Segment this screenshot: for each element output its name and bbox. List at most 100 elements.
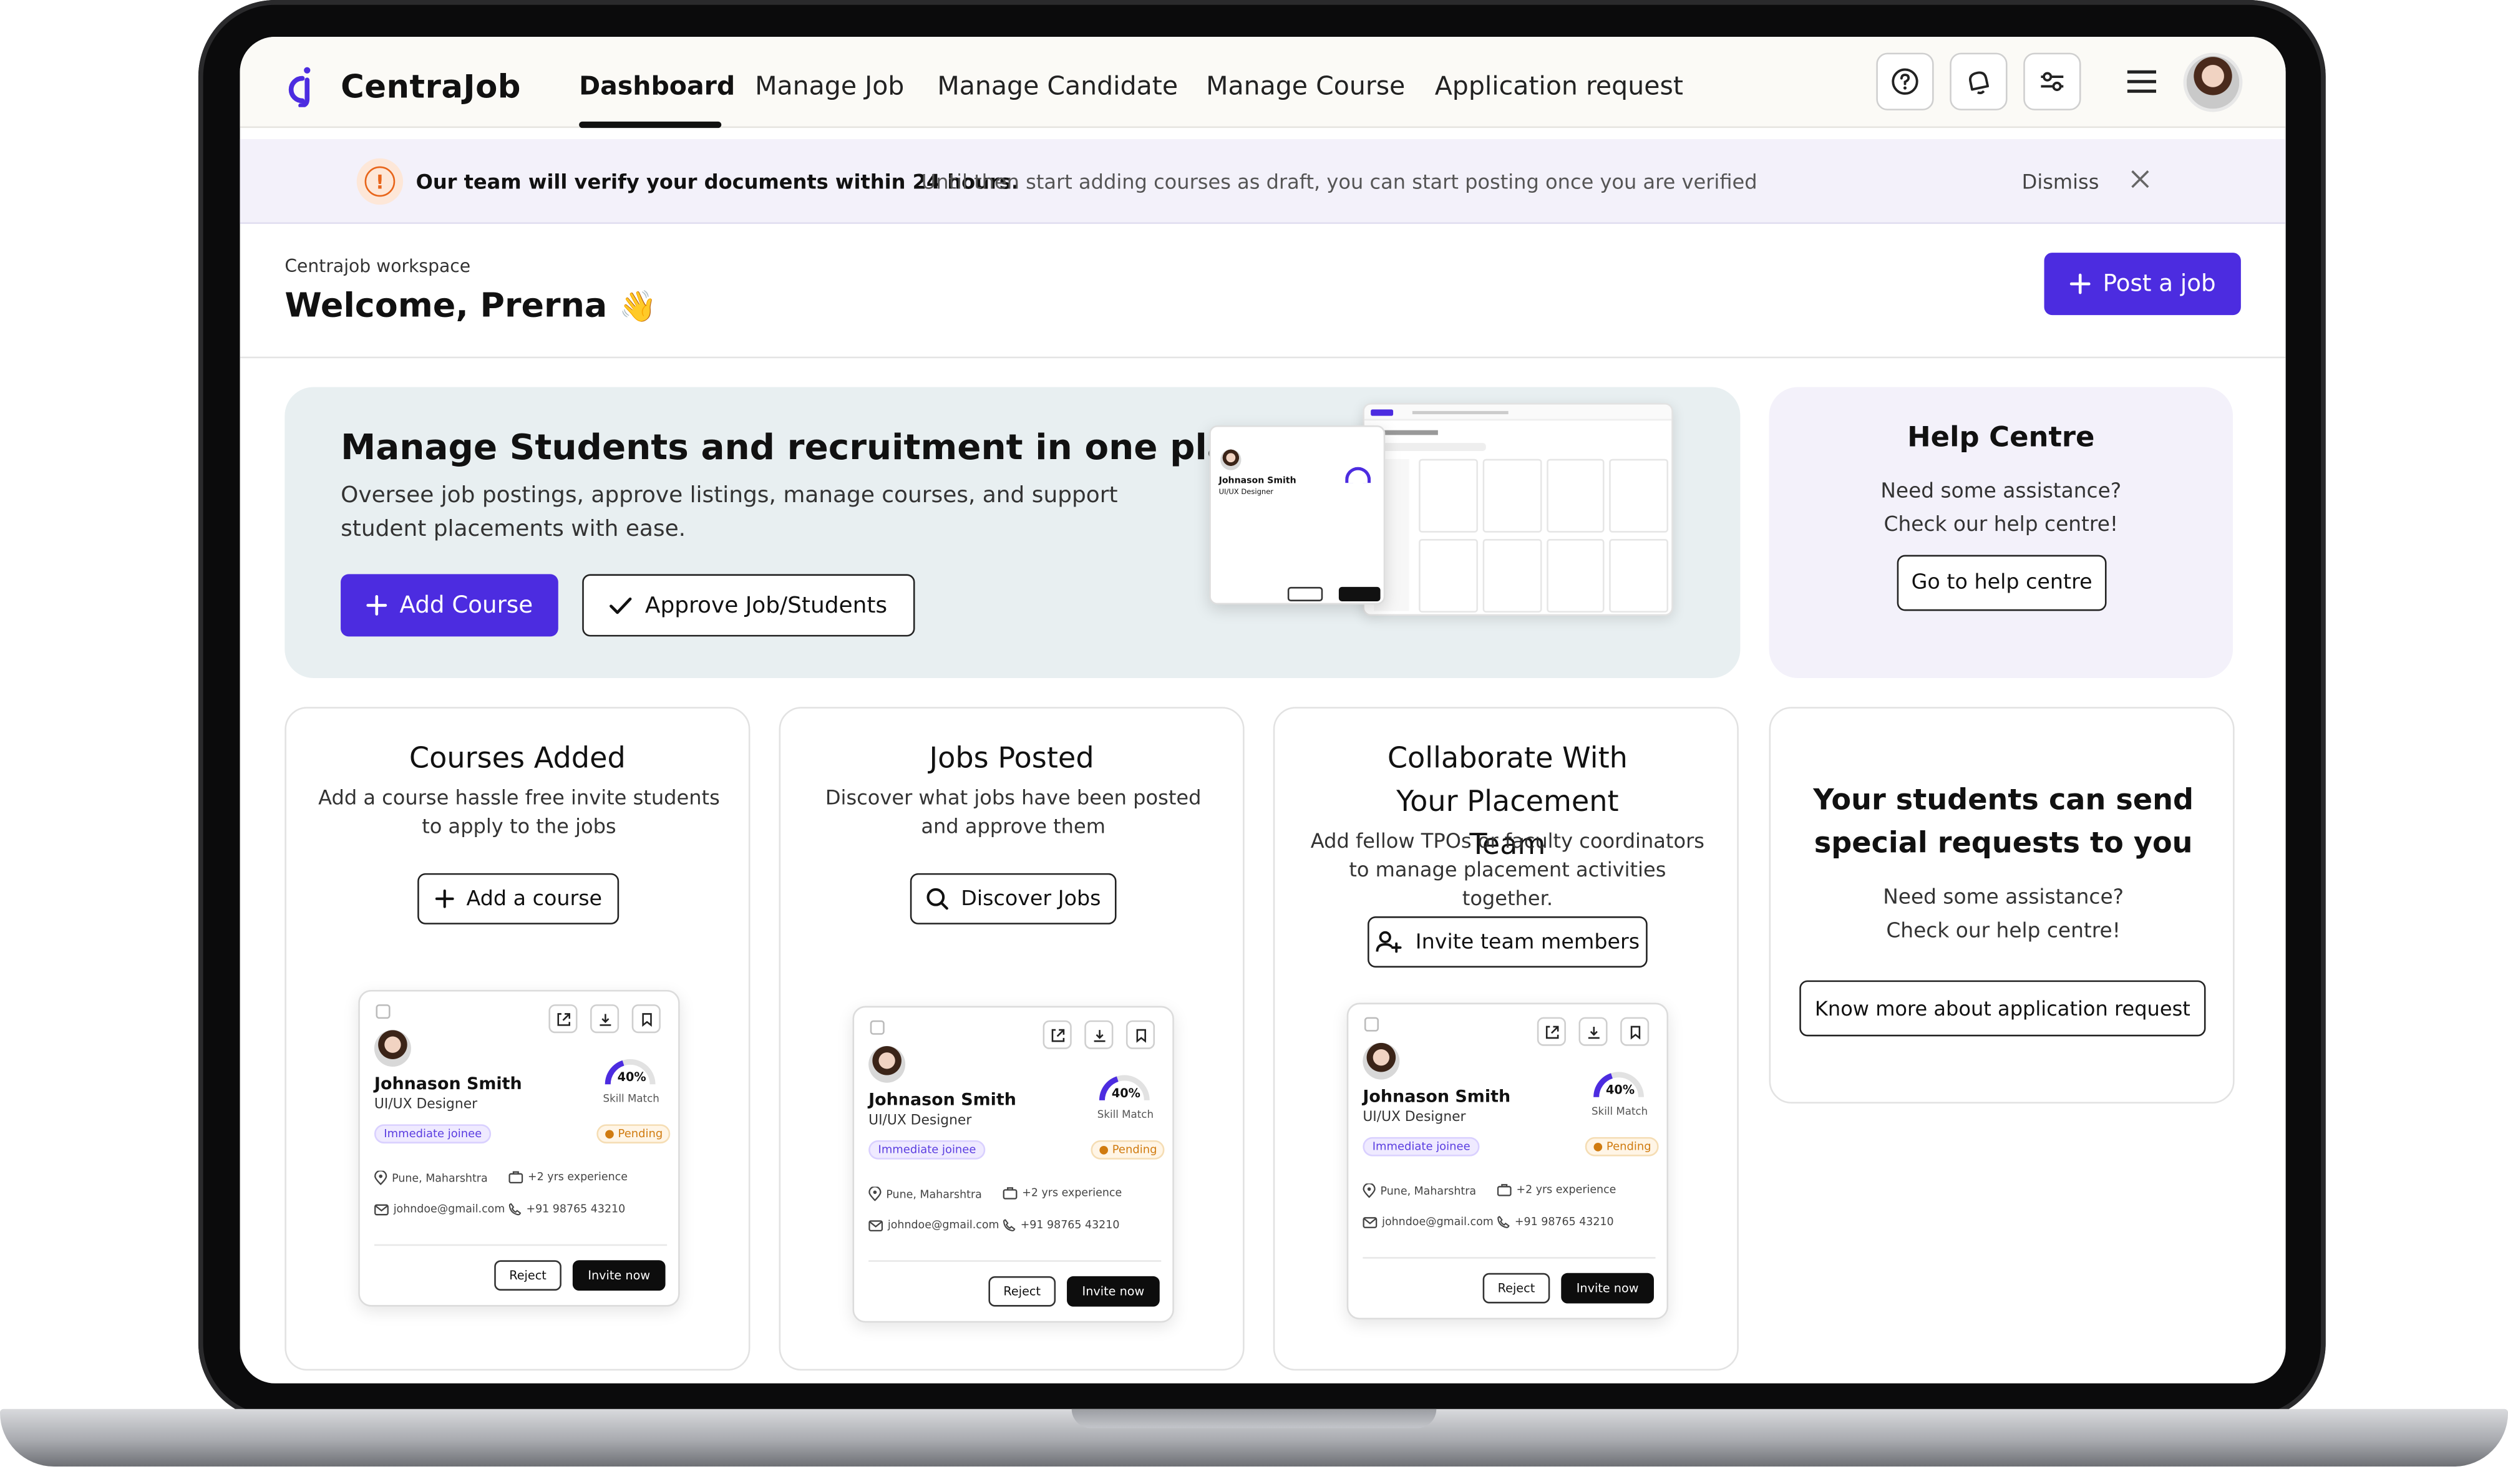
select-checkbox[interactable] [1364,1017,1379,1032]
open-external-icon[interactable] [1043,1020,1072,1049]
help-button[interactable] [1876,52,1934,110]
briefcase-icon [1003,1187,1018,1200]
email-text: johndoe@gmail.com [1382,1215,1494,1228]
phone-text: +91 98765 43210 [526,1202,626,1216]
courses-added-card: Courses Added Add a course hassle free i… [284,707,751,1371]
bookmark-icon[interactable] [1125,1020,1155,1049]
add-user-icon [1376,931,1402,953]
filters-icon [2041,72,2064,92]
select-checkbox[interactable] [376,1004,391,1019]
location-row: Pune, Maharshtra [868,1186,982,1201]
invite-team-button[interactable]: Invite team members [1368,916,1648,968]
approve-button[interactable]: Approve Job/Students [582,574,915,637]
phone-row: +91 98765 43210 [1497,1215,1614,1228]
reject-button[interactable]: Reject [988,1276,1056,1307]
download-icon[interactable] [1084,1020,1114,1049]
nav-manage-course[interactable]: Manage Course [1206,70,1405,101]
request-text-line2: Check our help centre! [1886,919,2121,944]
card-title: Jobs Posted [929,742,1094,776]
location-text: Pune, Maharshtra [1380,1184,1477,1198]
status-text: Pending [1606,1140,1651,1153]
download-icon[interactable] [1578,1017,1608,1046]
status-text: Pending [618,1127,663,1140]
briefcase-icon [1497,1184,1512,1196]
invite-now-button[interactable]: Invite now [1067,1276,1160,1307]
location-text: Pune, Maharshtra [392,1171,488,1185]
skill-match-label: Skill Match [1591,1105,1648,1118]
logo-icon [288,67,311,107]
hero-title: Manage Students and recruitment in one p… [341,429,1276,469]
mail-icon [1363,1216,1378,1228]
help-centre-button[interactable]: Go to help centre [1897,555,2107,611]
experience-text: +2 yrs experience [1516,1183,1616,1196]
workspace-label: Centrajob workspace [284,256,471,277]
location-pin-icon [374,1170,387,1185]
phone-row: +91 98765 43210 [1003,1219,1119,1231]
reject-button[interactable]: Reject [1482,1273,1550,1304]
card-description: Discover what jobs have been posted and … [825,785,1202,838]
experience-text: +2 yrs experience [528,1170,628,1184]
add-course-button[interactable]: Add Course [341,574,558,637]
request-title: Your students can send special requests … [1813,783,2194,861]
invite-now-button[interactable]: Invite now [572,1260,666,1291]
nav-manage-job[interactable]: Manage Job [755,70,904,101]
card-divider [868,1260,1162,1262]
app-name[interactable]: CentraJob [341,67,521,106]
post-job-label: Post a job [2102,271,2216,297]
menu-icon[interactable] [2124,67,2159,96]
open-external-icon[interactable] [1537,1017,1566,1046]
laptop-mockup: CentraJob Dashboard Manage Job Manage Ca… [0,0,2508,1484]
candidate-avatar [1363,1042,1400,1080]
notifications-button[interactable] [1950,52,2008,110]
check-icon [610,596,633,613]
user-avatar[interactable] [2183,52,2243,112]
dismiss-button[interactable]: Dismiss [2022,170,2099,193]
briefcase-icon [508,1171,523,1184]
reject-button[interactable]: Reject [494,1260,561,1291]
email-text: johndoe@gmail.com [887,1218,999,1232]
candidate-card-illustration: Johnason Smith UI/UX Designer [1209,425,1386,605]
dashboard-preview-illustration [1363,403,1673,616]
phone-text: +91 98765 43210 [1514,1215,1614,1228]
discover-jobs-button[interactable]: Discover Jobs [910,873,1117,924]
filters-button[interactable] [2023,52,2081,110]
bookmark-icon[interactable] [631,1004,661,1034]
nav-manage-candidate[interactable]: Manage Candidate [937,70,1178,101]
open-external-icon[interactable] [548,1004,578,1034]
card-actions [1043,1020,1155,1049]
candidate-role: UI/UX Designer [374,1097,478,1113]
help-title: Help Centre [1907,422,2095,455]
application-request-button[interactable]: Know more about application request [1799,980,2206,1037]
add-course-card-button[interactable]: Add a course [417,873,620,924]
bookmark-icon[interactable] [1620,1017,1650,1046]
joinee-badge: Immediate joinee [868,1140,986,1160]
help-text: Need some assistance? Check our help cent… [1769,475,2233,542]
card-divider [1363,1257,1656,1259]
add-course-card-label: Add a course [466,886,603,911]
status-badge: ● Pending [1585,1137,1660,1157]
select-checkbox[interactable] [870,1020,885,1035]
invite-now-button[interactable]: Invite now [1561,1273,1654,1304]
email-text: johndoe@gmail.com [393,1202,505,1216]
phone-icon [1497,1216,1510,1228]
request-text: Need some assistance? Check our help cent… [1771,881,2236,949]
status-badge: ● Pending [596,1124,671,1144]
status-badge: ● Pending [1091,1140,1165,1160]
add-course-label: Add Course [399,592,533,618]
hero-subtitle: Oversee job postings, approve listings, … [341,483,1118,543]
nav-application-request[interactable]: Application request [1435,70,1683,101]
special-requests-card: Your students can send special requests … [1769,707,2236,1104]
plus-icon [366,594,387,616]
nav-dashboard[interactable]: Dashboard [579,70,735,101]
card-actions [1537,1017,1650,1046]
post-job-button[interactable]: Post a job [2044,253,2241,316]
candidate-role: UI/UX Designer [1363,1110,1466,1126]
download-icon[interactable] [590,1004,620,1034]
close-icon[interactable] [2122,162,2157,196]
skill-match-value: 40% [617,1070,646,1085]
top-nav: CentraJob Dashboard Manage Job Manage Ca… [240,36,2286,129]
experience-row: +2 yrs experience [1003,1186,1122,1200]
mail-icon [868,1220,883,1231]
location-text: Pune, Maharshtra [886,1187,982,1201]
email-row: johndoe@gmail.com [868,1218,999,1232]
